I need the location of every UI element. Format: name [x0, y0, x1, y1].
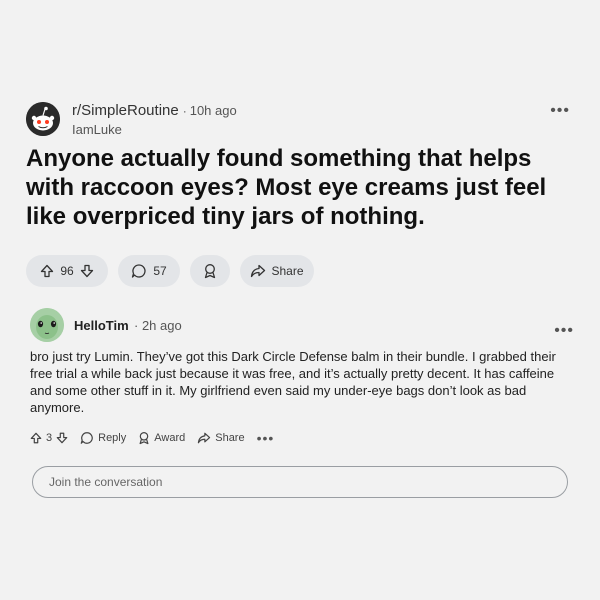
- share-arrow-icon: [197, 432, 211, 444]
- arrow-up-icon[interactable]: [40, 264, 54, 278]
- award-label: Award: [154, 432, 186, 444]
- subreddit-avatar[interactable]: [26, 102, 60, 136]
- award-icon: [203, 263, 217, 279]
- comment-more-actions-icon[interactable]: •••: [257, 430, 275, 446]
- share-arrow-icon: [250, 264, 266, 278]
- post-meta: r/SimpleRoutine · 10h ago IamLuke: [72, 102, 237, 137]
- post-vote-count: 96: [60, 264, 74, 278]
- arrow-up-icon[interactable]: [30, 432, 42, 444]
- alien-avatar-icon: [30, 308, 64, 342]
- arrow-down-icon[interactable]: [80, 264, 94, 278]
- snoo-icon: [26, 102, 60, 136]
- post-comment-count: 57: [153, 264, 167, 278]
- join-conversation-input[interactable]: Join the conversation: [32, 466, 568, 498]
- subreddit-name[interactable]: r/SimpleRoutine: [72, 102, 179, 119]
- post-username[interactable]: IamLuke: [72, 122, 237, 137]
- comment-share-button[interactable]: Share: [197, 432, 245, 444]
- post-share-button[interactable]: Share: [240, 255, 314, 287]
- comment-body: bro just try Lumin. They’ve got this Dar…: [30, 349, 556, 415]
- comment-share-label: Share: [215, 432, 245, 444]
- post-comments-button[interactable]: 57: [118, 255, 180, 287]
- post-vote-pill: 96: [26, 255, 108, 287]
- comment-more-options-icon[interactable]: •••: [554, 322, 574, 340]
- comment-action-bar: 3 Reply Award Share •••: [30, 428, 274, 448]
- comment-vote: 3: [30, 432, 68, 444]
- arrow-down-icon[interactable]: [56, 432, 68, 444]
- share-label: Share: [271, 264, 304, 278]
- award-button[interactable]: Award: [138, 431, 185, 445]
- meta-separator: ·: [182, 104, 187, 118]
- comment-time: · 2h ago: [134, 318, 182, 333]
- award-icon: [138, 431, 150, 445]
- reply-label: Reply: [98, 432, 127, 444]
- comment-vote-count: 3: [46, 432, 53, 444]
- post-more-options-icon[interactable]: •••: [550, 102, 570, 120]
- post-award-button[interactable]: [190, 255, 230, 287]
- speech-bubble-icon: [131, 263, 147, 279]
- speech-bubble-icon: [80, 431, 94, 445]
- post-header: r/SimpleRoutine · 10h ago IamLuke •••: [26, 100, 576, 140]
- post-title: Anyone actually found something that hel…: [26, 145, 547, 230]
- reply-button[interactable]: Reply: [80, 431, 126, 445]
- comment-avatar[interactable]: [30, 308, 64, 342]
- post-time: 10h ago: [189, 103, 237, 118]
- comment-author[interactable]: HelloTim: [74, 318, 129, 333]
